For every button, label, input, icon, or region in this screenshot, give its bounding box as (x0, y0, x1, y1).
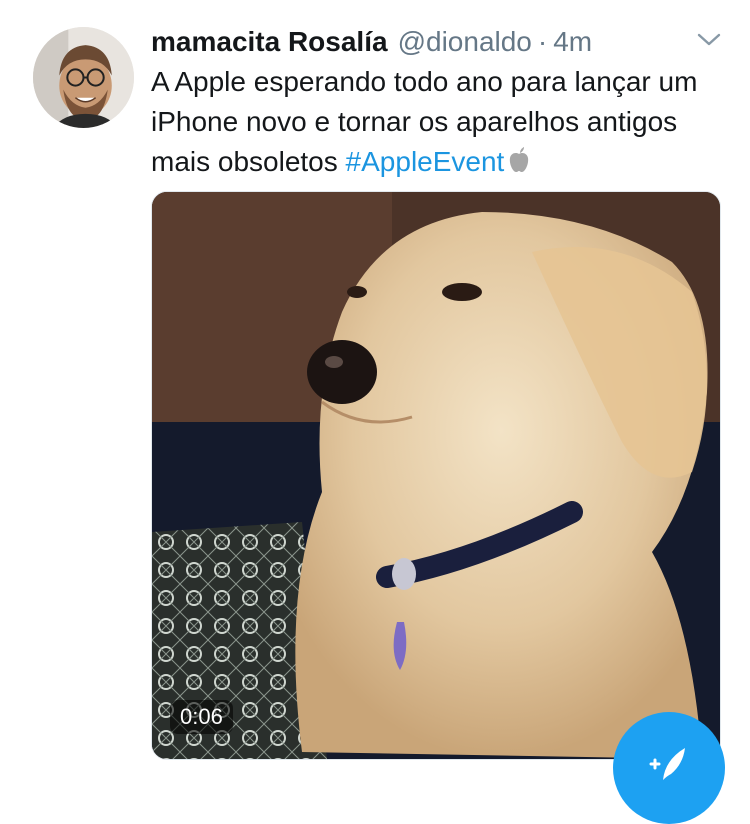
header-separator: · (537, 26, 548, 57)
video-player[interactable]: 0:06 (151, 191, 721, 760)
user-handle[interactable]: @dionaldo (398, 22, 532, 62)
compose-tweet-icon (649, 748, 685, 780)
apple-logo-icon (510, 147, 529, 172)
compose-tweet-button[interactable] (613, 712, 725, 824)
user-avatar[interactable] (33, 27, 134, 128)
hashtag-link[interactable]: #AppleEvent (346, 146, 505, 177)
avatar-image (33, 27, 134, 128)
video-thumbnail (152, 192, 720, 759)
display-name[interactable]: mamacita Rosalía (151, 22, 388, 62)
video-duration-badge: 0:06 (170, 700, 233, 734)
tweet-header: mamacita Rosalía @dionaldo · 4m (151, 22, 592, 62)
tweet-timestamp[interactable]: 4m (553, 22, 592, 62)
tweet[interactable]: mamacita Rosalía @dionaldo · 4m A Apple … (0, 0, 750, 824)
chevron-down-icon[interactable] (695, 30, 723, 50)
tweet-text: A Apple esperando todo ano para lançar u… (151, 62, 721, 182)
